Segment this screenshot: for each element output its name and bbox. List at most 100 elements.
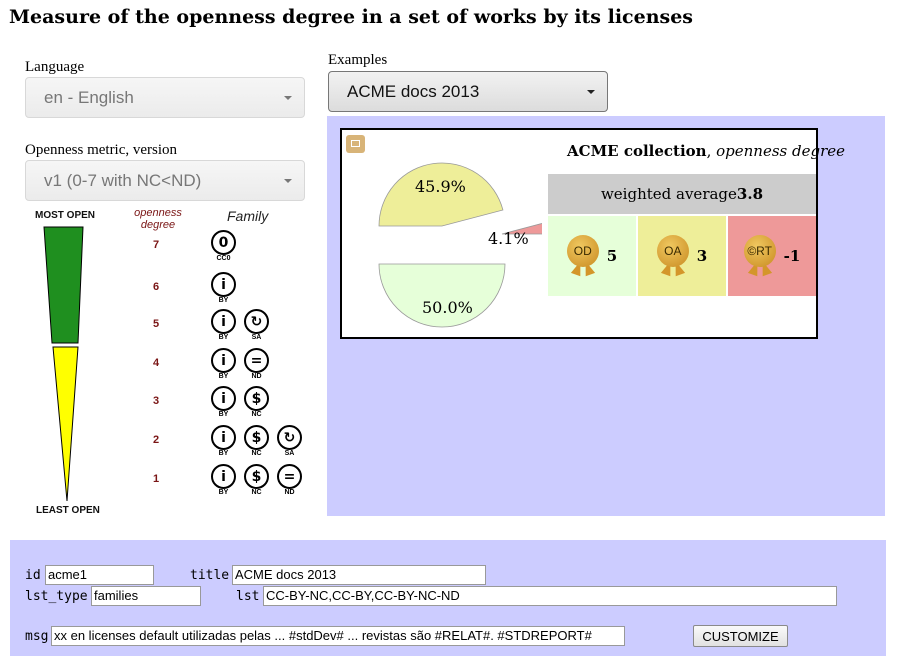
cc-nc-icon: $ NC: [242, 425, 271, 458]
cc-by-icon: i BY: [209, 386, 238, 419]
license-caption: CC0: [216, 255, 231, 262]
cc-sa-icon: ↻ SA: [275, 425, 304, 458]
family-header: Family: [227, 208, 269, 224]
lst-type-field[interactable]: families: [91, 586, 201, 606]
license-caption: BY: [218, 489, 229, 496]
least-open-label: LEAST OPEN: [36, 505, 100, 516]
cc-by-icon: i BY: [209, 309, 238, 342]
license-glyph: i: [211, 425, 236, 450]
lst-label: lst: [236, 589, 260, 604]
cc-nd-icon: = ND: [275, 464, 304, 497]
chevron-down-icon: [284, 178, 292, 183]
license-glyph: i: [211, 309, 236, 334]
openness-degree-value: 6: [152, 281, 160, 293]
category-count: 5: [606, 247, 618, 265]
parameters-form: id acme1 title ACME docs 2013 lst_type f…: [10, 540, 886, 656]
widget-title-sep: ,: [706, 142, 717, 160]
metric-select-value: v1 (0-7 with NC<ND): [44, 170, 202, 190]
pie-label-1: 4.1%: [488, 229, 529, 248]
family-icons-row: i BY $ NC ↻ SA: [209, 425, 304, 458]
wedge-green: [43, 226, 84, 344]
license-caption: BY: [218, 450, 229, 457]
license-glyph: i: [211, 386, 236, 411]
openness-degree-value: 4: [152, 357, 160, 369]
family-icons-row: i BY $ NC = ND: [209, 464, 304, 497]
medal-badge: OA: [656, 235, 689, 267]
pie-label-0: 45.9%: [415, 177, 466, 196]
license-caption: SA: [251, 334, 262, 341]
license-caption: BY: [218, 334, 229, 341]
license-caption: NC: [251, 411, 262, 418]
openness-degree-value: 5: [152, 318, 160, 330]
openness-degree-value: 7: [152, 239, 160, 251]
widget-title-metric: openness degree: [716, 142, 846, 160]
pie-label-2: 50.0%: [422, 298, 473, 317]
metric-select[interactable]: v1 (0-7 with NC<ND): [25, 160, 305, 201]
category-count: -1: [783, 247, 801, 265]
title-field[interactable]: ACME docs 2013: [232, 565, 486, 585]
examples-select-value: ACME docs 2013: [347, 81, 480, 101]
cc-zero-icon: 0 CC0: [209, 230, 238, 263]
msg-label: msg: [25, 629, 49, 644]
cc-nc-icon: $ NC: [242, 386, 271, 419]
msg-field[interactable]: xx en licenses default utilizadas pelas …: [51, 626, 625, 646]
openness-degree-value: 1: [152, 473, 160, 485]
license-caption: ND: [284, 489, 295, 496]
medal-icon: OA: [656, 235, 689, 277]
weighted-average-value: 3.8: [736, 185, 764, 203]
license-caption: NC: [251, 450, 262, 457]
family-icons-row: i BY $ NC: [209, 386, 271, 419]
language-select-value: en - English: [44, 87, 134, 107]
chevron-down-icon: [284, 95, 292, 100]
license-glyph: =: [277, 464, 302, 489]
license-glyph: $: [244, 425, 269, 450]
cc-sa-icon: ↻ SA: [242, 309, 271, 342]
language-label: Language: [25, 59, 85, 75]
examples-label: Examples: [328, 52, 388, 68]
cc-by-icon: i BY: [209, 425, 238, 458]
id-label: id: [25, 568, 41, 583]
family-icons-row: i BY: [209, 272, 238, 305]
license-glyph: 0: [211, 230, 236, 255]
wedge-yellow: [52, 346, 79, 502]
family-icons-row: i BY = ND: [209, 348, 271, 381]
chevron-down-icon: [587, 89, 595, 94]
lst-field[interactable]: CC-BY-NC,CC-BY,CC-BY-NC-ND: [263, 586, 837, 606]
openness-degree-header: openness degree: [134, 207, 182, 231]
cc-nc-icon: $ NC: [242, 464, 271, 497]
category-box: OA 3: [638, 216, 726, 296]
category-box: OD 5: [548, 216, 636, 296]
examples-select[interactable]: ACME docs 2013: [328, 71, 608, 112]
license-caption: NC: [251, 489, 262, 496]
customize-button[interactable]: CUSTOMIZE: [693, 625, 788, 647]
license-glyph: =: [244, 348, 269, 373]
license-glyph: i: [211, 348, 236, 373]
id-field[interactable]: acme1: [45, 565, 154, 585]
widget-title: ACME collection, openness degree: [567, 142, 845, 160]
pie-slice: [378, 263, 506, 328]
license-glyph: $: [244, 464, 269, 489]
medal-icon: OD: [566, 235, 599, 277]
cc-by-icon: i BY: [209, 348, 238, 381]
license-caption: BY: [218, 373, 229, 380]
license-caption: BY: [218, 411, 229, 418]
metric-label: Openness metric, version: [25, 142, 178, 158]
weighted-average-label: weighted average: [600, 185, 737, 203]
medal-badge: ©RT: [743, 235, 776, 267]
license-glyph: i: [211, 464, 236, 489]
openness-degree-value: 3: [152, 395, 160, 407]
title-label: title: [190, 568, 230, 583]
widget-title-collection: ACME collection: [567, 142, 707, 160]
lst-type-label: lst_type: [25, 589, 88, 604]
page-title: Measure of the openness degree in a set …: [9, 6, 693, 28]
license-glyph: ↻: [244, 309, 269, 334]
license-glyph: ↻: [277, 425, 302, 450]
license-caption: BY: [218, 297, 229, 304]
openness-widget: ACME collection, openness degree 45.9% 4…: [340, 128, 845, 339]
weighted-average: weighted average 3.8: [548, 174, 816, 214]
family-icons-row: 0 CC0: [209, 230, 238, 263]
medal-icon: ©RT: [743, 235, 776, 277]
openness-wedge: [43, 226, 84, 502]
family-icons-row: i BY ↻ SA: [209, 309, 271, 342]
language-select[interactable]: en - English: [25, 77, 305, 118]
